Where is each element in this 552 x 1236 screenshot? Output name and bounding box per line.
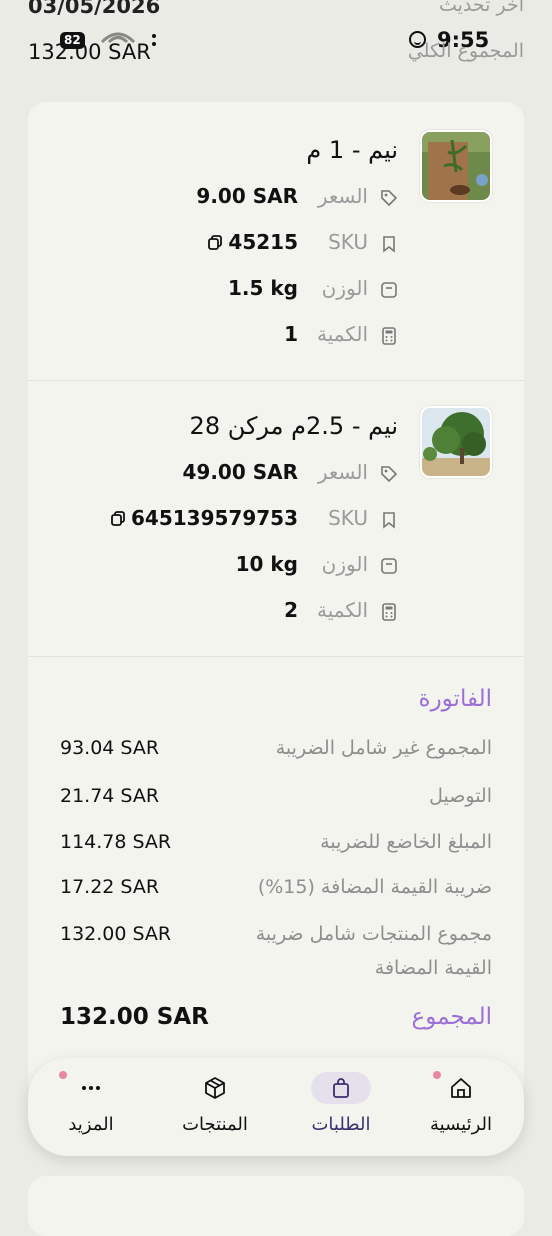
quantity-row: الكمية 2 [118,598,398,628]
header-total-label: المجموع الكلي [407,40,524,62]
price-label: السعر [317,184,368,208]
sku-label: SKU [328,506,368,530]
shopping-bag-icon [311,1072,371,1104]
scale-icon [381,558,397,574]
last-updated-label: اخر تحديث [438,0,524,16]
price-value: 9.00 SAR [196,184,298,208]
invoice-row-label: مجموع المنتجات شامل ضريبة القيمة المضافة [255,923,492,979]
status-bar: 03/05/2026 اخر تحديث 9:55 132.00 SAR 82 … [0,0,552,80]
bottom-navigation: المزيد المنتجات الطلبات الرئيسية [28,1058,524,1156]
copy-icon[interactable] [208,234,223,250]
price-value: 49.00 SAR [182,460,298,484]
tree-photo-icon [422,408,490,476]
product-item[interactable]: نيم - 1 م السعر 9.00 SAR SKU 45215 الوزن… [28,102,524,381]
scale-icon [381,282,397,298]
product-item[interactable]: نيم - 2.5م مركن 28 السعر 49.00 SAR SKU 6… [28,380,524,657]
more-notification-dot [59,1071,67,1079]
invoice-total-value: 132.00 SAR [60,1004,209,1030]
sku-row: SKU 45215 [118,230,398,260]
more-icon [61,1072,121,1104]
invoice-row-label: ضريبة القيمة المضافة (15%) [257,876,492,898]
nav-more[interactable]: المزيد [36,1058,146,1156]
weight-label: الوزن [321,552,368,576]
tag-icon [381,190,398,207]
bookmark-icon [383,236,395,253]
copy-icon[interactable] [111,510,125,526]
sku-value: 645139579753 [111,506,298,530]
sku-number: 645139579753 [131,506,298,530]
calculator-icon [382,327,396,345]
invoice-row-value: 132.00 SAR [60,923,172,945]
sku-value: 45215 [208,230,298,254]
product-thumbnail [420,406,492,478]
next-card-peek [28,1176,524,1236]
tag-icon [381,466,398,483]
invoice-row-value: 21.74 SAR [60,785,160,807]
sku-label: SKU [328,230,368,254]
invoice-row-value: 114.78 SAR [60,831,172,853]
weight-label: الوزن [321,276,368,300]
invoice-row-label: التوصيل [429,785,492,807]
calculator-icon [382,603,396,621]
product-title: نيم - 2.5م مركن 28 [189,412,398,440]
invoice-row-value: 93.04 SAR [60,737,160,759]
nav-orders-label: الطلبات [311,1114,371,1135]
invoice-title: الفاتورة [418,686,492,712]
weight-row: الوزن 1.5 kg [118,276,398,306]
wifi-icon [100,32,136,44]
sku-number: 45215 [228,230,298,254]
product-title: نيم - 1 م [306,136,398,164]
bookmark-icon [383,512,395,529]
invoice-row-value: 17.22 SAR [60,876,160,898]
product-thumbnail [420,130,492,202]
order-details-card: نيم - 1 م السعر 9.00 SAR SKU 45215 الوزن… [28,102,524,1102]
box-icon [185,1072,245,1104]
weight-value: 1.5 kg [227,276,298,300]
weight-row: الوزن 10 kg [118,552,398,582]
quantity-row: الكمية 1 [118,322,398,352]
overflow-dots-icon [152,34,156,50]
invoice-row-label: المجموع غير شامل الضريبة [275,737,492,759]
home-notification-dot [433,1071,441,1079]
plant-seedling-photo-icon [422,132,490,200]
nav-products-label: المنتجات [182,1114,248,1135]
price-row: السعر 9.00 SAR [118,184,398,214]
invoice-total-label: المجموع [411,1004,492,1030]
nav-home-label: الرئيسية [430,1114,492,1135]
sku-row: SKU 645139579753 [111,506,398,536]
nav-products[interactable]: المنتجات [160,1058,270,1156]
quantity-label: الكمية [316,322,368,346]
invoice-row-label: المبلغ الخاضع للضريبة [320,831,492,853]
price-row: السعر 49.00 SAR [118,460,398,490]
nav-orders[interactable]: الطلبات [286,1058,396,1156]
quantity-label: الكمية [316,598,368,622]
nav-home[interactable]: الرئيسية [406,1058,516,1156]
weight-value: 10 kg [235,552,298,576]
header-date: 03/05/2026 [28,0,161,18]
battery-indicator: 82 [60,32,85,49]
quantity-value: 1 [284,322,298,346]
nav-more-label: المزيد [68,1114,114,1135]
price-label: السعر [317,460,368,484]
quantity-value: 2 [284,598,298,622]
